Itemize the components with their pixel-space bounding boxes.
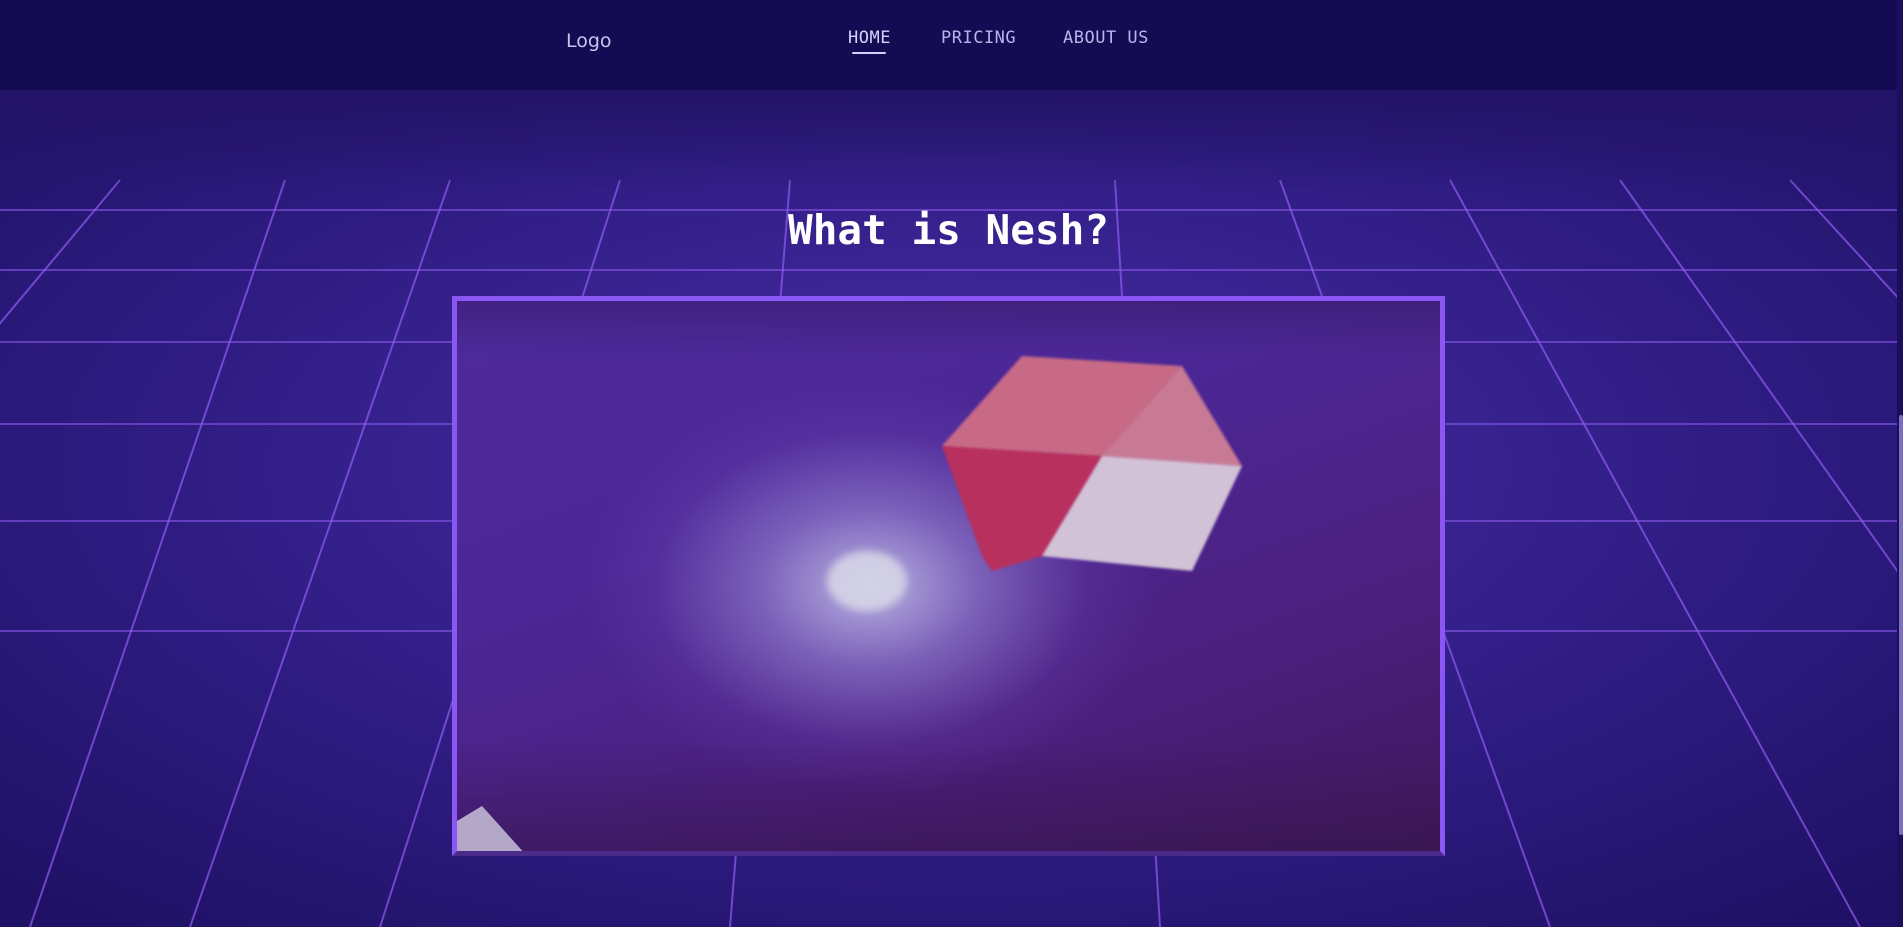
logo[interactable]: Logo (566, 30, 612, 52)
light-glow (827, 551, 907, 611)
page-scrollbar[interactable] (1897, 0, 1903, 927)
scrollbar-thumb[interactable] (1899, 415, 1903, 835)
cube-graphic (942, 356, 1242, 571)
nav-link-pricing[interactable]: PRICING (941, 28, 1016, 48)
corner-cube-fragment (457, 806, 523, 851)
active-nav-underline (852, 52, 886, 54)
section-title: What is Nesh? (788, 206, 1109, 254)
nav-link-home[interactable]: HOME (848, 28, 891, 48)
nav-link-about-us[interactable]: ABOUT US (1063, 28, 1149, 48)
top-navbar: Logo HOME PRICING ABOUT US (0, 0, 1897, 90)
intro-video-player[interactable] (452, 296, 1445, 856)
